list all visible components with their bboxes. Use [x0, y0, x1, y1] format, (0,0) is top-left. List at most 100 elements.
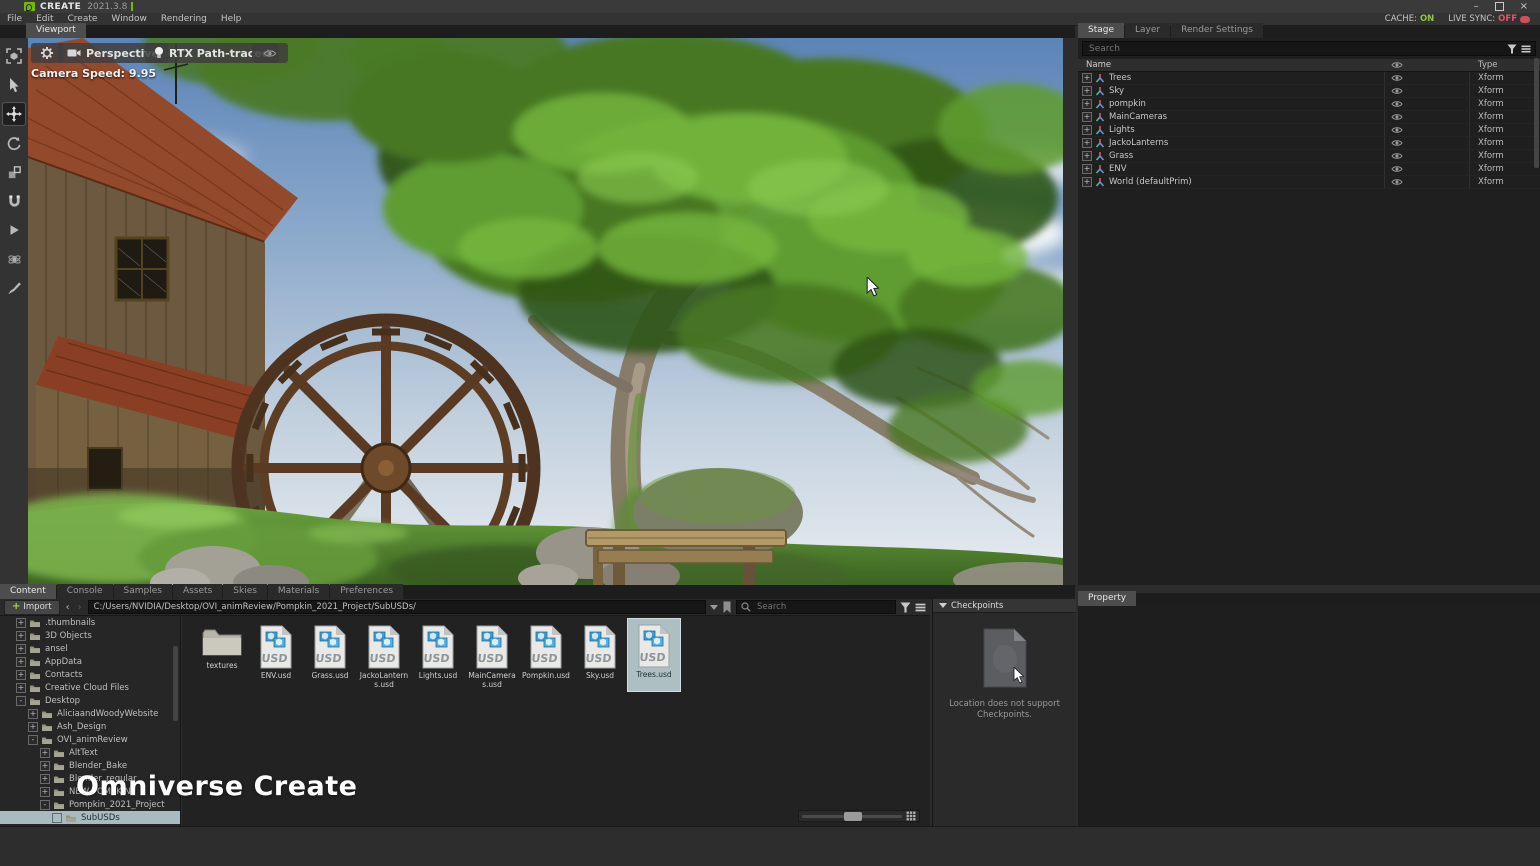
column-name[interactable]: Name	[1086, 60, 1111, 70]
folder-3d-objects[interactable]: + 3D Objects	[0, 629, 180, 642]
stage-item-maincameras[interactable]: + MainCameras Xform	[1078, 111, 1540, 124]
maximize-button[interactable]	[1495, 2, 1504, 11]
expand-icon[interactable]: +	[28, 722, 38, 732]
expand-icon[interactable]: +	[40, 761, 50, 771]
visibility-eye-icon[interactable]	[1391, 74, 1403, 82]
filter-icon[interactable]	[1507, 44, 1517, 54]
tab-materials[interactable]: Materials	[268, 584, 329, 599]
stage-item-grass[interactable]: + Grass Xform	[1078, 150, 1540, 163]
menu-rendering[interactable]: Rendering	[154, 14, 214, 24]
snap-magnet-icon[interactable]	[3, 190, 25, 212]
tab-console[interactable]: Console	[57, 584, 113, 599]
visibility-eye-icon[interactable]	[1391, 139, 1403, 147]
visibility-eye-icon[interactable]	[1391, 165, 1403, 173]
options-menu-icon[interactable]	[1521, 44, 1531, 54]
folder-appdata[interactable]: + AppData	[0, 655, 180, 668]
stage-item-pompkin[interactable]: + pompkin Xform	[1078, 98, 1540, 111]
tab-render-settings[interactable]: Render Settings	[1171, 23, 1263, 38]
back-button[interactable]: ‹	[64, 602, 72, 613]
folder-desktop[interactable]: - Desktop	[0, 694, 180, 707]
tab-content[interactable]: Content	[0, 584, 56, 599]
expand-icon[interactable]: +	[1082, 177, 1092, 187]
expand-icon[interactable]: +	[1082, 125, 1092, 135]
column-type[interactable]: Type	[1469, 59, 1540, 71]
file-jackolanterns-usd[interactable]: JackoLanterns.usd	[357, 620, 411, 694]
expand-icon[interactable]: +	[40, 787, 50, 797]
scale-tool-icon[interactable]	[3, 161, 25, 183]
expand-icon[interactable]: +	[1082, 151, 1092, 161]
import-button[interactable]: + Import	[4, 600, 60, 615]
expand-icon[interactable]: +	[40, 748, 50, 758]
visibility-eye-icon[interactable]	[1391, 126, 1403, 134]
close-button[interactable]: ×	[1520, 1, 1528, 12]
stage-item-env[interactable]: + ENV Xform	[1078, 163, 1540, 176]
expand-icon[interactable]: +	[1082, 112, 1092, 122]
expand-icon[interactable]	[52, 813, 62, 823]
filter-icon[interactable]	[900, 602, 911, 613]
collapse-icon[interactable]: -	[16, 696, 26, 706]
stage-search-input[interactable]	[1087, 43, 1503, 55]
folder-tree-scrollbar[interactable]	[173, 646, 178, 721]
tab-viewport[interactable]: Viewport	[26, 23, 86, 38]
folder-thumbnails[interactable]: + .thumbnails	[0, 616, 180, 629]
file-grass-usd[interactable]: Grass.usd	[303, 620, 357, 694]
tab-stage[interactable]: Stage	[1078, 23, 1124, 38]
visibility-options-button[interactable]	[252, 43, 288, 63]
bookmark-icon[interactable]	[722, 601, 732, 614]
path-dropdown-icon[interactable]	[710, 605, 718, 610]
folder-creative-cloud-files[interactable]: + Creative Cloud Files	[0, 681, 180, 694]
folder-ovi-animreview[interactable]: - OVI_animReview	[0, 733, 180, 746]
expand-icon[interactable]: +	[16, 683, 26, 693]
expand-icon[interactable]: +	[1082, 99, 1092, 109]
expand-icon[interactable]: +	[16, 670, 26, 680]
collapse-icon[interactable]: -	[40, 800, 50, 810]
list-view-icon[interactable]	[915, 602, 926, 613]
thumbnail-size-slider[interactable]	[802, 815, 902, 818]
folder-alttext[interactable]: + AltText	[0, 746, 180, 759]
folder-subusds-selected[interactable]: SubUSDs	[0, 811, 180, 824]
visibility-eye-icon[interactable]	[1391, 178, 1403, 186]
paint-brush-icon[interactable]	[3, 277, 25, 299]
expand-icon[interactable]: +	[1082, 73, 1092, 83]
stage-scrollbar[interactable]	[1534, 58, 1539, 168]
visibility-eye-icon[interactable]	[1391, 87, 1403, 95]
expand-icon[interactable]: +	[1082, 138, 1092, 148]
tab-layer[interactable]: Layer	[1125, 23, 1170, 38]
selection-mode-icon[interactable]	[3, 45, 25, 67]
stage-item-world[interactable]: + World (defaultPrim) Xform	[1078, 176, 1540, 189]
file-lights-usd[interactable]: Lights.usd	[411, 620, 465, 694]
expand-icon[interactable]: +	[16, 631, 26, 641]
path-bar[interactable]	[88, 600, 706, 614]
collapse-icon[interactable]: -	[28, 735, 38, 745]
tab-preferences[interactable]: Preferences	[330, 584, 403, 599]
grid-view-icon[interactable]	[906, 811, 916, 821]
expand-icon[interactable]: +	[16, 618, 26, 628]
folder-aliciaandwoodywebsite[interactable]: + AliciaandWoodyWebsite	[0, 707, 180, 720]
menu-window[interactable]: Window	[104, 14, 154, 24]
file-pompkin-usd[interactable]: Pompkin.usd	[519, 620, 573, 694]
file-sky-usd[interactable]: Sky.usd	[573, 620, 627, 694]
expand-icon[interactable]: +	[28, 709, 38, 719]
stage-item-trees[interactable]: + Trees Xform	[1078, 72, 1540, 85]
minimize-button[interactable]: –	[1474, 1, 1479, 12]
select-cursor-icon[interactable]	[3, 74, 25, 96]
file-maincameras-usd[interactable]: MainCameras.usd	[465, 620, 519, 694]
slider-handle[interactable]	[844, 812, 862, 821]
file-env-usd[interactable]: ENV.usd	[249, 620, 303, 694]
expand-icon[interactable]: +	[16, 657, 26, 667]
expand-icon[interactable]: +	[16, 644, 26, 654]
folder-ash-design[interactable]: + Ash_Design	[0, 720, 180, 733]
visibility-eye-icon[interactable]	[1391, 100, 1403, 108]
play-icon[interactable]	[3, 219, 25, 241]
folder-ansel[interactable]: + ansel	[0, 642, 180, 655]
content-search[interactable]	[736, 600, 896, 614]
expand-icon[interactable]: +	[40, 774, 50, 784]
move-tool-icon[interactable]	[3, 103, 25, 125]
stage-item-sky[interactable]: + Sky Xform	[1078, 85, 1540, 98]
checkpoints-header[interactable]: Checkpoints	[933, 599, 1076, 613]
expand-icon[interactable]: +	[1082, 164, 1092, 174]
stage-item-lights[interactable]: + Lights Xform	[1078, 124, 1540, 137]
physics-icon[interactable]	[3, 248, 25, 270]
path-input[interactable]	[89, 602, 705, 612]
stage-search[interactable]	[1082, 41, 1536, 56]
